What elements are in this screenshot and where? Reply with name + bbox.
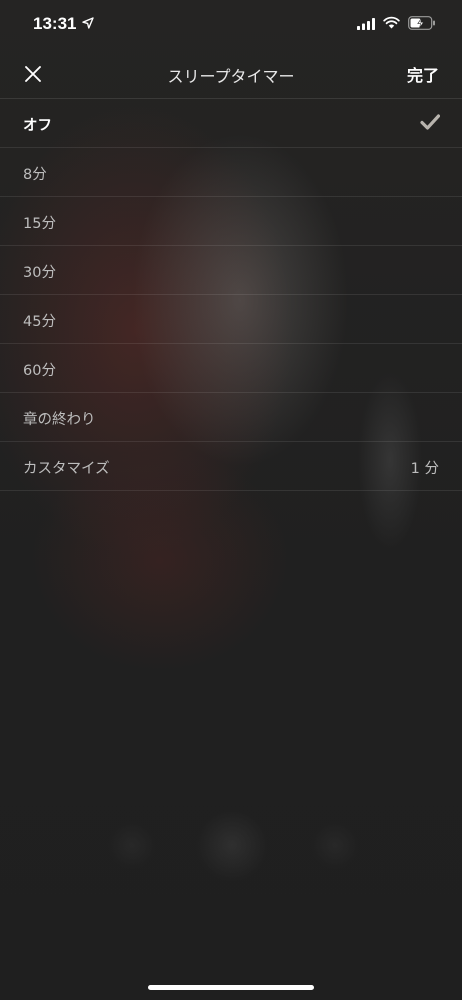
timer-options-list: オフ 8分 15分 30分 45分 60分 章の終わり カスタマイズ 1 分: [0, 99, 462, 491]
option-15-min[interactable]: 15分: [0, 197, 462, 246]
sleep-timer-sheet: 13:31 スリープタイマー 完了 オフ 8分 15分 30分 45分 60分 …: [0, 0, 462, 1000]
done-button[interactable]: 完了: [407, 62, 439, 86]
nav-bar: スリープタイマー 完了: [0, 50, 462, 99]
status-time: 13:31: [33, 14, 77, 33]
option-8-min[interactable]: 8分: [0, 148, 462, 197]
wifi-icon: [383, 16, 400, 29]
home-indicator[interactable]: [148, 985, 314, 990]
option-label: 章の終わり: [23, 412, 96, 428]
option-label: カスタマイズ: [23, 461, 110, 477]
option-label: オフ: [23, 118, 52, 134]
page-title: スリープタイマー: [167, 67, 295, 86]
option-label: 60分: [23, 363, 56, 379]
option-60-min[interactable]: 60分: [0, 344, 462, 393]
location-arrow-icon: [82, 17, 94, 29]
status-bar: 13:31: [0, 0, 462, 50]
option-end-of-chapter[interactable]: 章の終わり: [0, 393, 462, 442]
option-30-min[interactable]: 30分: [0, 246, 462, 295]
option-label: 15分: [23, 216, 56, 232]
option-off[interactable]: オフ: [0, 99, 462, 148]
option-label: 8分: [23, 167, 47, 183]
custom-duration-value: 1 分: [410, 461, 439, 477]
battery-charging-icon: [408, 16, 435, 30]
option-label: 30分: [23, 265, 56, 281]
cellular-signal-icon: [357, 18, 375, 30]
checkmark-icon: [420, 114, 440, 130]
option-label: 45分: [23, 314, 56, 330]
option-45-min[interactable]: 45分: [0, 295, 462, 344]
option-customize[interactable]: カスタマイズ 1 分: [0, 442, 462, 491]
